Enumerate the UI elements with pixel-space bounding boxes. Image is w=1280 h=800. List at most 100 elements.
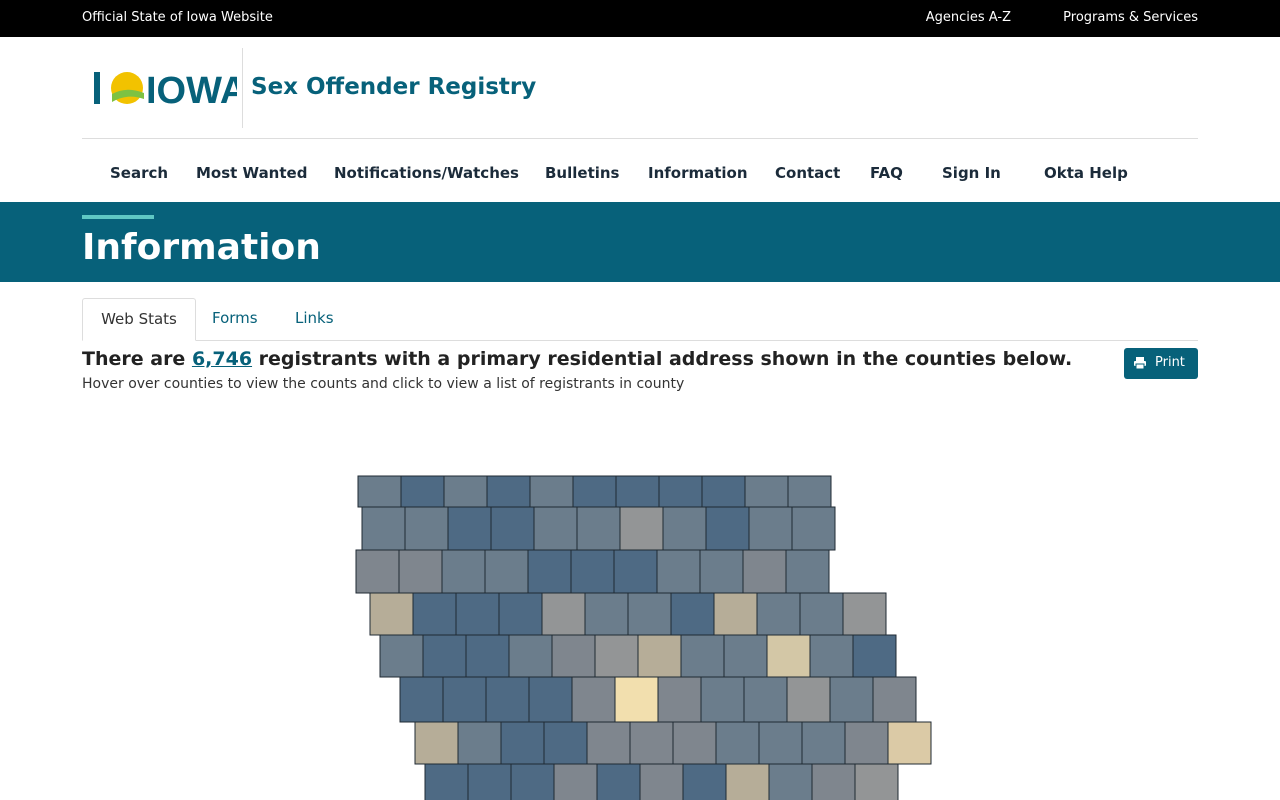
county-shape[interactable]: [543, 721, 588, 765]
iowa-logo[interactable]: IOWA: [92, 66, 237, 110]
county-shape[interactable]: [748, 506, 793, 551]
county-shape[interactable]: [398, 549, 443, 594]
county-shape[interactable]: [500, 721, 545, 765]
county-shape[interactable]: [455, 592, 500, 636]
county-shape[interactable]: [699, 549, 744, 594]
county-shape[interactable]: [553, 763, 598, 800]
county-shape[interactable]: [672, 721, 717, 765]
nav-faq[interactable]: FAQ: [870, 164, 903, 182]
print-button[interactable]: Print: [1124, 348, 1198, 379]
nav-okta-help[interactable]: Okta Help: [1044, 164, 1128, 182]
county-shape[interactable]: [424, 763, 469, 800]
county-shape[interactable]: [404, 506, 449, 551]
county-shape[interactable]: [637, 634, 682, 678]
programs-services-link[interactable]: Programs & Services: [1063, 10, 1198, 25]
county-shape[interactable]: [369, 592, 414, 636]
county-shape[interactable]: [785, 549, 830, 594]
county-shape[interactable]: [570, 549, 615, 594]
county-shape[interactable]: [791, 506, 836, 551]
county-shape[interactable]: [743, 676, 788, 723]
county-shape[interactable]: [615, 475, 660, 508]
county-shape[interactable]: [872, 676, 917, 723]
county-shape[interactable]: [614, 676, 659, 723]
county-shape[interactable]: [447, 506, 492, 551]
registrant-count-link[interactable]: 6,746: [192, 348, 252, 370]
site-title[interactable]: Sex Offender Registry: [251, 74, 536, 100]
county-shape[interactable]: [355, 549, 400, 594]
county-shape[interactable]: [742, 549, 787, 594]
nav-bulletins[interactable]: Bulletins: [545, 164, 620, 182]
county-shape[interactable]: [801, 721, 846, 765]
county-shape[interactable]: [799, 592, 844, 636]
county-shape[interactable]: [842, 592, 887, 636]
county-shape[interactable]: [422, 634, 467, 678]
nav-notifications-watches[interactable]: Notifications/Watches: [334, 164, 519, 182]
county-shape[interactable]: [586, 721, 631, 765]
county-shape[interactable]: [527, 549, 572, 594]
county-shape[interactable]: [670, 592, 715, 636]
county-shape[interactable]: [400, 475, 445, 508]
county-shape[interactable]: [768, 763, 813, 800]
county-shape[interactable]: [465, 634, 510, 678]
county-shape[interactable]: [713, 592, 758, 636]
county-shape[interactable]: [508, 634, 553, 678]
county-shape[interactable]: [787, 475, 832, 508]
county-shape[interactable]: [629, 721, 674, 765]
county-shape[interactable]: [399, 676, 444, 723]
county-shape[interactable]: [613, 549, 658, 594]
county-shape[interactable]: [594, 634, 639, 678]
county-shape[interactable]: [656, 549, 701, 594]
county-shape[interactable]: [551, 634, 596, 678]
tab-web-stats[interactable]: Web Stats: [82, 298, 196, 341]
nav-most-wanted[interactable]: Most Wanted: [196, 164, 307, 182]
county-shape[interactable]: [657, 676, 702, 723]
county-shape[interactable]: [756, 592, 801, 636]
county-shape[interactable]: [484, 549, 529, 594]
county-shape[interactable]: [541, 592, 586, 636]
county-shape[interactable]: [379, 634, 424, 678]
tab-links[interactable]: Links: [295, 298, 334, 339]
county-shape[interactable]: [412, 592, 457, 636]
county-shape[interactable]: [658, 475, 703, 508]
county-shape[interactable]: [627, 592, 672, 636]
nav-information[interactable]: Information: [648, 164, 748, 182]
county-shape[interactable]: [443, 475, 488, 508]
county-shape[interactable]: [887, 721, 932, 765]
nav-sign-in[interactable]: Sign In: [942, 164, 1001, 182]
county-shape[interactable]: [498, 592, 543, 636]
county-shape[interactable]: [457, 721, 502, 765]
county-shape[interactable]: [725, 763, 770, 800]
county-shape[interactable]: [682, 763, 727, 800]
tab-forms[interactable]: Forms: [212, 298, 258, 339]
county-shape[interactable]: [510, 763, 555, 800]
county-shape[interactable]: [576, 506, 621, 551]
county-shape[interactable]: [619, 506, 664, 551]
county-shape[interactable]: [700, 676, 745, 723]
county-shape[interactable]: [705, 506, 750, 551]
county-shape[interactable]: [662, 506, 707, 551]
county-shape[interactable]: [357, 475, 402, 508]
county-shape[interactable]: [485, 676, 530, 723]
county-shape[interactable]: [529, 475, 574, 508]
county-shape[interactable]: [528, 676, 573, 723]
county-shape[interactable]: [490, 506, 535, 551]
county-shape[interactable]: [486, 475, 531, 508]
county-shape[interactable]: [715, 721, 760, 765]
county-shape[interactable]: [844, 721, 889, 765]
county-shape[interactable]: [701, 475, 746, 508]
county-shape[interactable]: [852, 634, 897, 678]
county-shape[interactable]: [441, 549, 486, 594]
county-shape[interactable]: [766, 634, 811, 678]
county-shape[interactable]: [572, 475, 617, 508]
county-shape[interactable]: [533, 506, 578, 551]
county-shape[interactable]: [758, 721, 803, 765]
county-shape[interactable]: [680, 634, 725, 678]
nav-contact[interactable]: Contact: [775, 164, 840, 182]
county-shape[interactable]: [361, 506, 406, 551]
county-shape[interactable]: [571, 676, 616, 723]
nav-search[interactable]: Search: [110, 164, 168, 182]
county-shape[interactable]: [809, 634, 854, 678]
county-shape[interactable]: [854, 763, 899, 800]
county-shape[interactable]: [467, 763, 512, 800]
county-shape[interactable]: [786, 676, 831, 723]
